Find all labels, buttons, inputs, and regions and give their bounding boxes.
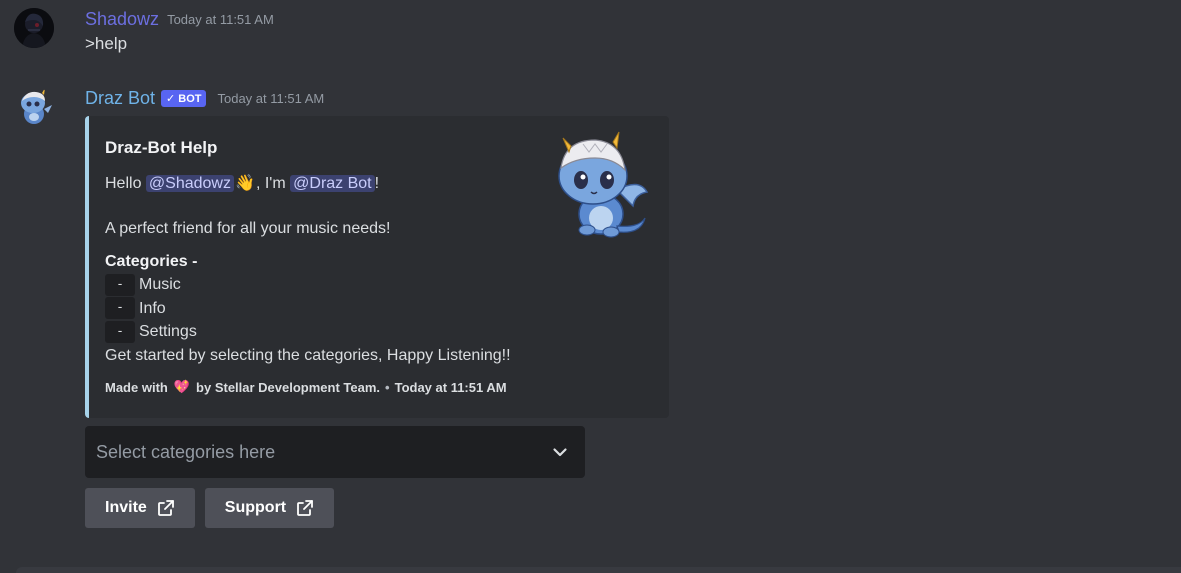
avatar[interactable] [14,87,54,127]
list-item: - Settings [105,320,545,344]
category-info: Info [139,299,166,317]
bot-badge-label: BOT [178,92,202,105]
button-row: Invite Support [85,488,335,528]
footer-timestamp: Today at 11:51 AM [394,379,507,395]
embed-title: Draz-Bot Help [105,138,218,157]
closing-text: Get started by selecting the categories,… [105,346,511,364]
message-content: >help [85,34,128,53]
list-item: - Music [105,273,545,297]
embed-description: Hello @Shadowz 👋, I'm @Draz Bot! A perfec… [105,172,545,367]
message-draz-bot: Draz Bot ✓ BOT Today at 11:51 AM Draz-Bo… [0,82,1181,542]
help-embed: Draz-Bot Help Hello @Shadowz 👋, I'm @Draz… [85,116,669,418]
timestamp: Today at 11:51 AM [217,91,325,106]
greeting-text: , I'm [255,175,291,192]
wave-emoji-icon: 👋 [235,175,255,192]
timestamp: Today at 11:51 AM [167,12,274,27]
heart-icon: 💖 [173,379,191,394]
avatar[interactable] [14,8,54,48]
bot-badge: ✓ BOT [161,90,207,107]
chevron-down-icon [553,448,567,457]
greeting-text: Hello [105,175,146,192]
message-header: Shadowz Today at 11:51 AM [85,9,274,30]
support-button[interactable]: Support [204,488,335,528]
list-item: - Info [105,297,545,321]
support-button-label: Support [224,499,287,516]
message-input-edge[interactable] [16,567,1181,573]
greeting-line: Hello @Shadowz 👋, I'm @Draz Bot! [105,172,545,195]
code-dash: - [105,297,135,320]
tagline: A perfect friend for all your music need… [105,220,391,237]
footer-text: Made with [105,379,168,395]
invite-button[interactable]: Invite [85,488,195,528]
category-settings: Settings [139,323,197,341]
external-link-icon [157,500,174,516]
invite-button-label: Invite [105,499,147,516]
message-header: Draz Bot ✓ BOT Today at 11:51 AM [85,88,324,109]
footer-separator: • [385,379,390,395]
code-dash: - [105,320,135,343]
categories-title: Categories - [105,253,198,270]
check-icon: ✓ [166,93,176,105]
bot-mention[interactable]: @Draz Bot [290,175,375,192]
code-dash: - [105,273,135,296]
user-mention[interactable]: @Shadowz [145,175,234,192]
external-link-icon [297,500,314,516]
greeting-text: ! [374,175,380,192]
categories-select[interactable]: Select categories here [85,426,585,478]
category-music: Music [139,276,181,294]
dragon-thumbnail[interactable] [547,130,653,240]
username[interactable]: Draz Bot [85,88,155,109]
chat-area: Shadowz Today at 11:51 AM >help Draz Bot… [0,0,1181,573]
select-placeholder: Select categories here [96,441,276,462]
footer-text: by Stellar Development Team. [196,379,381,395]
username[interactable]: Shadowz [85,9,159,30]
embed-footer: Made with 💖 by Stellar Development Team.… [105,379,507,395]
message-shadowz: Shadowz Today at 11:51 AM >help [0,0,1181,80]
